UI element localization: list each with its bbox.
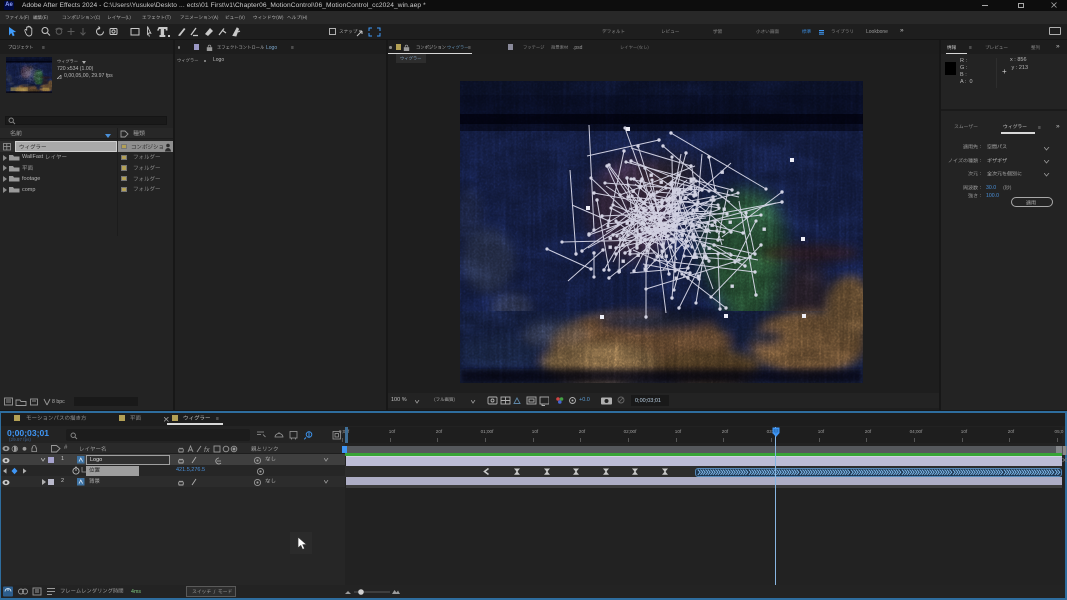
- svg-text:fx: fx: [204, 447, 210, 454]
